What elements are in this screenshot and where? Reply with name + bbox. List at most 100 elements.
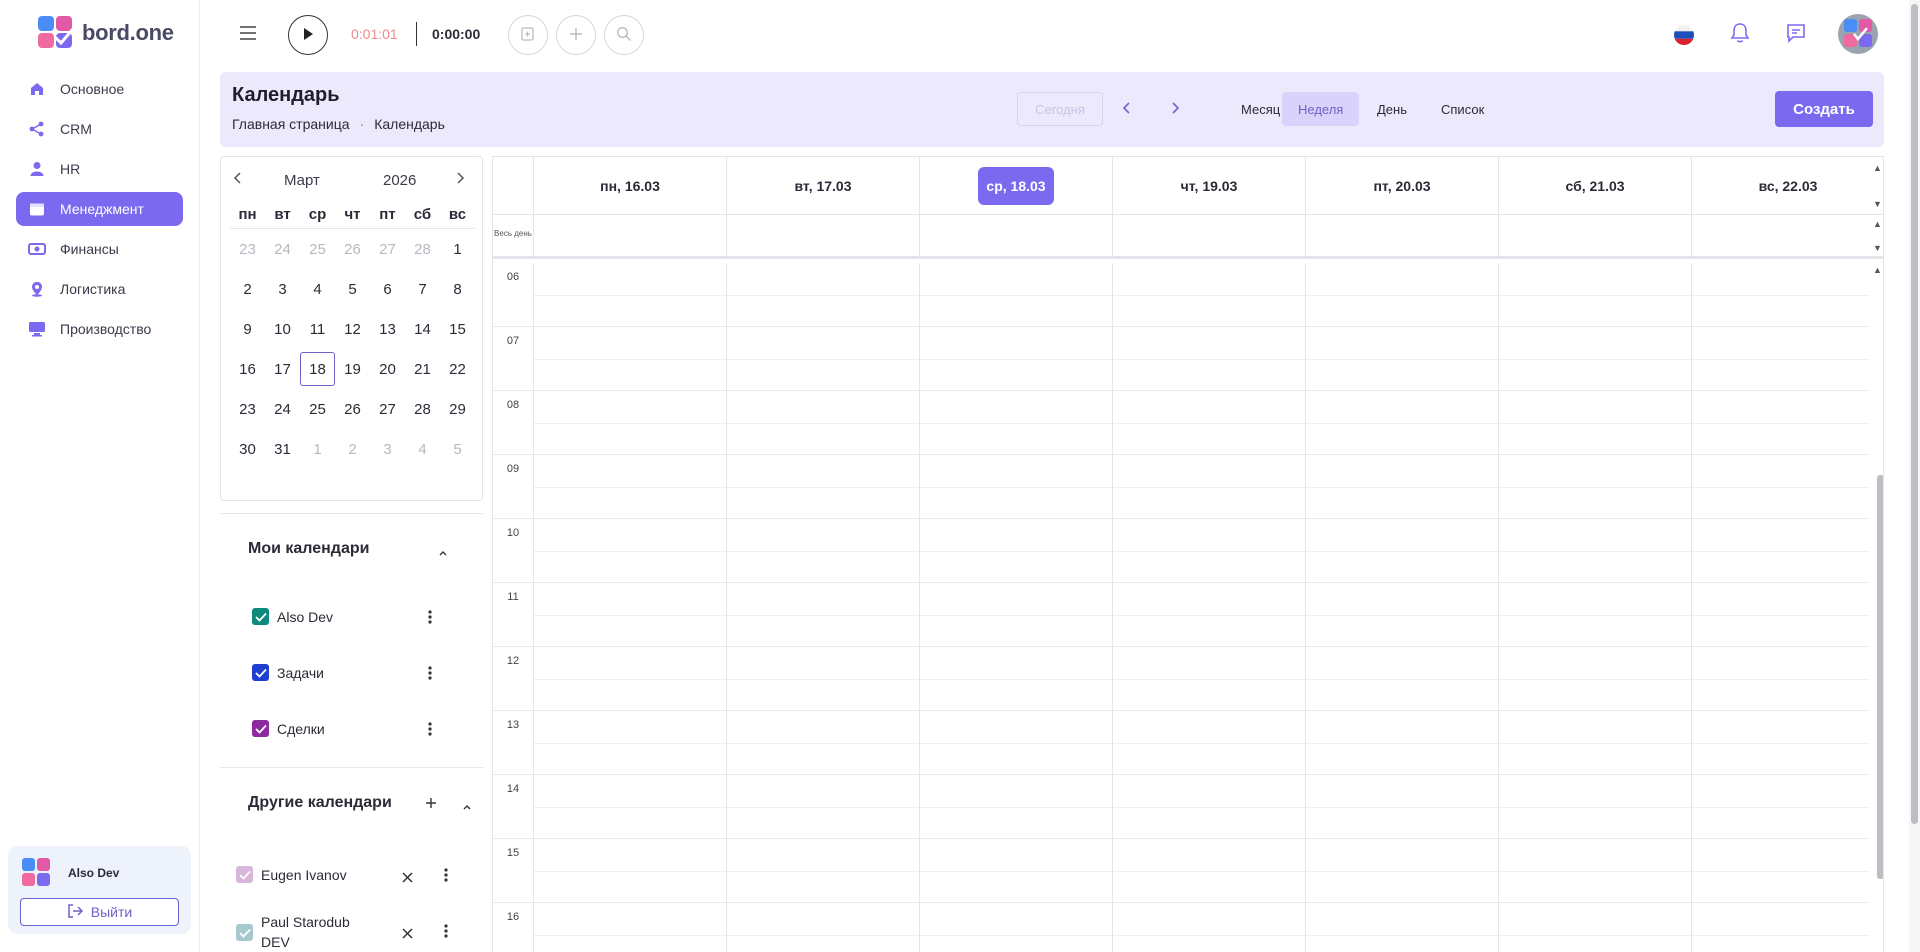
mini-calendar-year[interactable]: 2026 <box>383 172 416 189</box>
mini-calendar-day[interactable]: 22 <box>440 361 475 378</box>
add-document-button[interactable] <box>508 15 548 55</box>
view-day-button[interactable]: День <box>1361 92 1423 126</box>
mini-calendar-day[interactable]: 2 <box>335 441 370 458</box>
day-column-header[interactable]: вт, 17.03 <box>726 157 919 215</box>
hour-row[interactable]: 12 <box>493 647 1869 711</box>
mini-calendar-day[interactable]: 6 <box>370 281 405 298</box>
mini-calendar-day[interactable]: 23 <box>230 241 265 258</box>
mini-calendar-day[interactable]: 14 <box>405 321 440 338</box>
hour-row[interactable]: 10 <box>493 519 1869 583</box>
mini-calendar-day[interactable]: 27 <box>370 401 405 418</box>
all-day-cell[interactable] <box>533 215 726 259</box>
hour-row[interactable]: 07 <box>493 327 1869 391</box>
mini-calendar-day[interactable]: 13 <box>370 321 405 338</box>
mini-calendar-day[interactable]: 24 <box>265 241 300 258</box>
more-vertical-icon[interactable] <box>444 868 448 887</box>
calendar-item-deals[interactable]: Сделки <box>252 720 325 737</box>
chevron-up-icon[interactable] <box>462 798 472 814</box>
day-column-header[interactable]: пт, 20.03 <box>1305 157 1498 215</box>
search-button[interactable] <box>604 15 644 55</box>
hour-row[interactable]: 11 <box>493 583 1869 647</box>
nav-item-finance[interactable]: Финансы <box>16 232 183 266</box>
mini-calendar-day[interactable]: 28 <box>405 401 440 418</box>
nav-item-hr[interactable]: HR <box>16 152 183 186</box>
notifications-button[interactable] <box>1728 22 1752 46</box>
view-week-button[interactable]: Неделя <box>1282 92 1360 126</box>
mini-calendar-day[interactable]: 25 <box>300 241 335 258</box>
caret-up-icon[interactable]: ▲ <box>1873 265 1882 275</box>
more-vertical-icon[interactable] <box>428 610 432 629</box>
all-day-cell[interactable] <box>726 215 919 259</box>
close-icon[interactable] <box>402 926 413 942</box>
more-vertical-icon[interactable] <box>428 666 432 685</box>
more-vertical-icon[interactable] <box>428 722 432 741</box>
hour-row[interactable]: 14 <box>493 775 1869 839</box>
mini-calendar-day[interactable]: 9 <box>230 321 265 338</box>
menu-button[interactable] <box>236 22 260 46</box>
day-column-header[interactable]: вс, 22.03 <box>1691 157 1883 215</box>
mini-calendar-day[interactable]: 26 <box>335 401 370 418</box>
checkbox-checked-icon[interactable] <box>236 924 253 941</box>
mini-calendar-day[interactable]: 8 <box>440 281 475 298</box>
mini-calendar-day[interactable]: 10 <box>265 321 300 338</box>
page-scrollbar-thumb[interactable] <box>1911 4 1918 824</box>
play-timer-button[interactable] <box>288 15 328 55</box>
mini-calendar-day[interactable]: 25 <box>300 401 335 418</box>
calendar-item-eugen-ivanov[interactable]: Eugen Ivanov <box>236 866 347 883</box>
checkbox-checked-icon[interactable] <box>252 664 269 681</box>
add-button[interactable] <box>556 15 596 55</box>
mini-calendar-day[interactable]: 19 <box>335 361 370 378</box>
mini-calendar-month[interactable]: Март <box>284 172 320 189</box>
mini-calendar-day[interactable]: 17 <box>265 361 300 378</box>
messages-button[interactable] <box>1784 22 1808 46</box>
caret-up-icon[interactable]: ▲ <box>1873 219 1882 229</box>
mini-calendar-day[interactable]: 29 <box>440 401 475 418</box>
mini-calendar-day[interactable]: 1 <box>440 241 475 258</box>
mini-calendar-day[interactable]: 26 <box>335 241 370 258</box>
mini-calendar-day[interactable]: 16 <box>230 361 265 378</box>
close-icon[interactable] <box>402 870 413 886</box>
caret-down-icon[interactable]: ▼ <box>1873 243 1882 253</box>
logout-button[interactable]: Выйти <box>20 898 179 926</box>
mini-calendar-day[interactable]: 24 <box>265 401 300 418</box>
more-vertical-icon[interactable] <box>444 924 448 943</box>
time-grid-scrollbar[interactable] <box>1877 475 1883 879</box>
user-avatar[interactable] <box>1838 14 1878 54</box>
brand-logo[interactable]: bord.one <box>38 16 174 50</box>
prev-week-button[interactable] <box>1114 96 1140 122</box>
chevron-left-icon[interactable] <box>233 171 243 188</box>
calendar-item-tasks[interactable]: Задачи <box>252 664 324 681</box>
hour-row[interactable]: 15 <box>493 839 1869 903</box>
page-scrollbar[interactable] <box>1909 0 1920 952</box>
mini-calendar-day[interactable]: 7 <box>405 281 440 298</box>
all-day-cell[interactable] <box>1305 215 1498 259</box>
hour-row[interactable]: 08 <box>493 391 1869 455</box>
time-grid[interactable]: 06 07 08 09 10 11 12 13 14 15 16 <box>493 263 1869 952</box>
mini-calendar-day[interactable]: 31 <box>265 441 300 458</box>
mini-calendar-day[interactable]: 4 <box>405 441 440 458</box>
nav-item-crm[interactable]: CRM <box>16 112 183 146</box>
caret-up-icon[interactable]: ▲ <box>1873 163 1882 173</box>
breadcrumb-home[interactable]: Главная страница <box>232 116 350 132</box>
mini-calendar-day[interactable]: 5 <box>335 281 370 298</box>
nav-item-management[interactable]: Менеджмент <box>16 192 183 226</box>
calendar-item-also-dev[interactable]: Also Dev <box>252 608 333 625</box>
mini-calendar-day[interactable]: 12 <box>335 321 370 338</box>
hour-row[interactable]: 09 <box>493 455 1869 519</box>
chevron-up-icon[interactable] <box>438 544 448 560</box>
mini-calendar-day[interactable]: 3 <box>265 281 300 298</box>
day-column-header[interactable]: сб, 21.03 <box>1498 157 1691 215</box>
create-button[interactable]: Создать <box>1775 91 1873 127</box>
hour-row[interactable]: 16 <box>493 903 1869 952</box>
view-list-button[interactable]: Список <box>1425 92 1500 126</box>
mini-calendar-day[interactable]: 30 <box>230 441 265 458</box>
add-calendar-icon[interactable] <box>425 796 437 812</box>
checkbox-checked-icon[interactable] <box>252 608 269 625</box>
all-day-cell[interactable] <box>1498 215 1691 259</box>
mini-calendar-day[interactable]: 27 <box>370 241 405 258</box>
mini-calendar-day[interactable]: 4 <box>300 281 335 298</box>
checkbox-checked-icon[interactable] <box>236 866 253 883</box>
all-day-cell[interactable] <box>1691 215 1883 259</box>
day-column-header[interactable]: пн, 16.03 <box>533 157 726 215</box>
mini-calendar-day[interactable]: 1 <box>300 441 335 458</box>
